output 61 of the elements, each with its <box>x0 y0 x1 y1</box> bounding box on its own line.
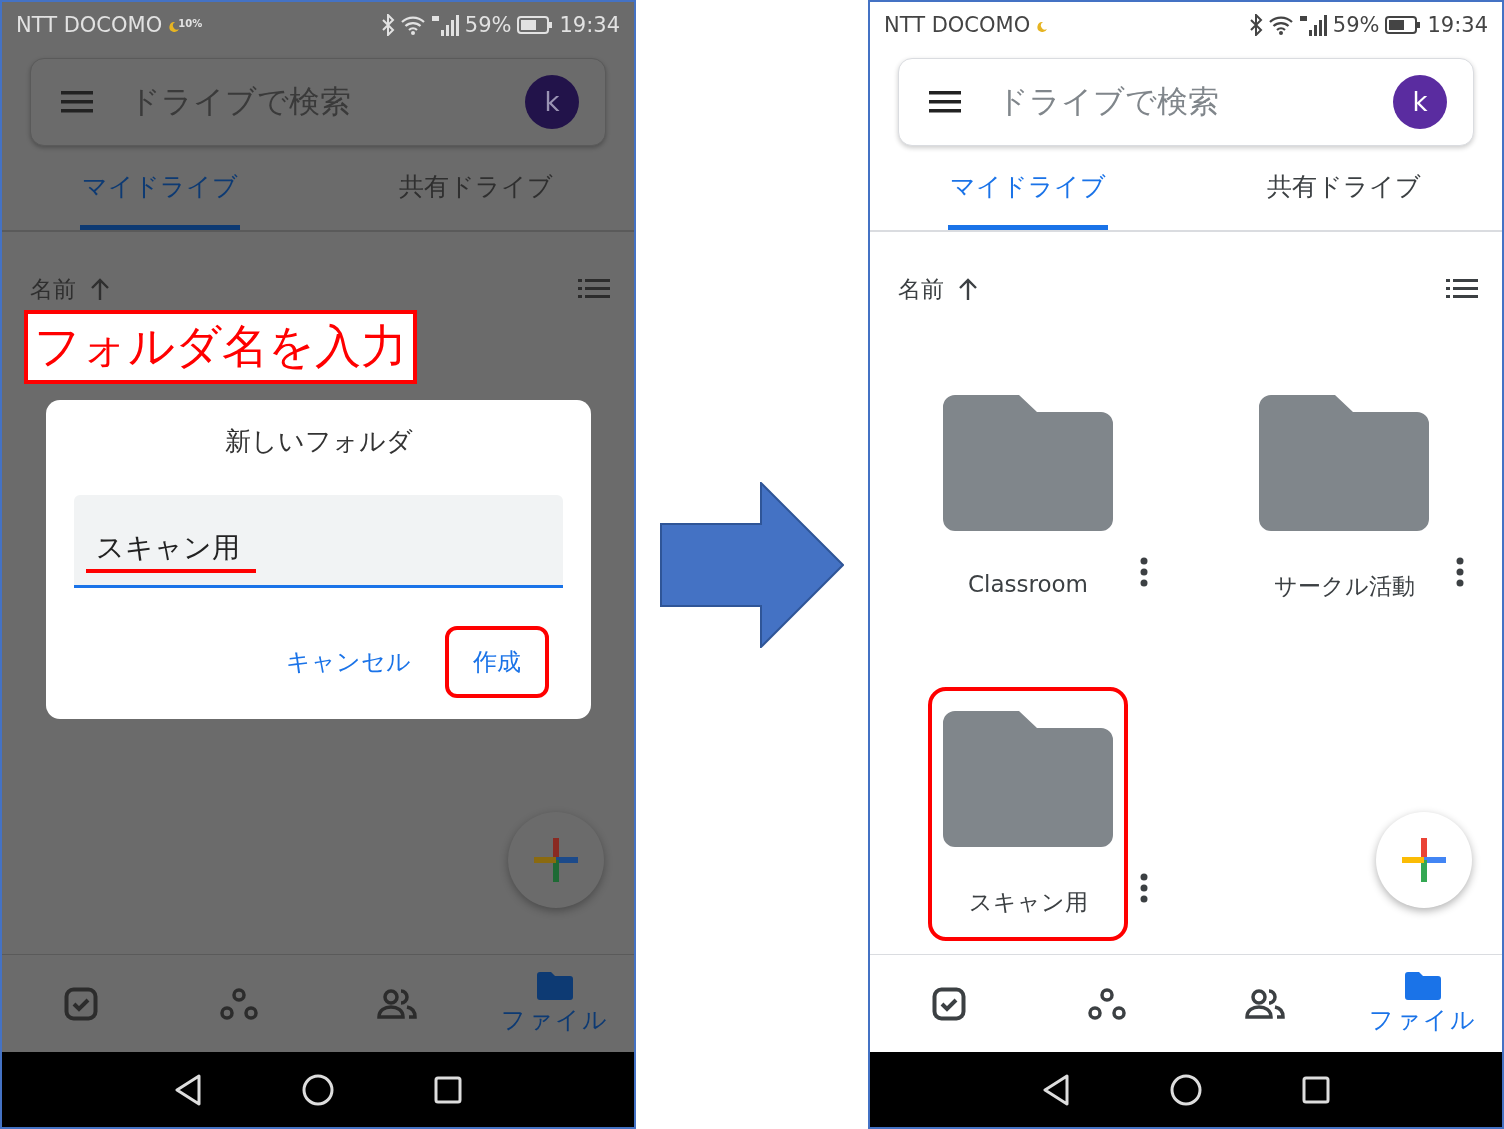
sort-label[interactable]: 名前 <box>898 273 944 305</box>
moon-icon <box>1036 21 1049 33</box>
clock-time: 19:34 <box>1427 13 1488 37</box>
clock-time: 19:34 <box>559 13 620 37</box>
battery-icon <box>1385 16 1422 34</box>
battery-icon <box>517 16 554 34</box>
annotation-callout: フォルダ名を入力 <box>24 310 417 384</box>
up-arrow-icon[interactable] <box>958 278 978 300</box>
home-icon[interactable] <box>1170 1073 1202 1106</box>
search-bar[interactable]: ドライブで検索 k <box>898 58 1474 146</box>
dialog-button[interactable]: キャンセル <box>282 626 415 698</box>
checkbox-icon[interactable] <box>932 986 966 1021</box>
bluetooth-icon <box>380 14 395 36</box>
list-view-icon[interactable] <box>1446 279 1478 299</box>
home-icon[interactable] <box>302 1073 334 1106</box>
folder-icon <box>1259 395 1429 531</box>
people-icon[interactable] <box>1245 988 1285 1019</box>
wifi-icon <box>1268 15 1293 35</box>
folder-name: スキャン用 <box>968 888 1088 917</box>
more-icon[interactable] <box>1140 557 1148 587</box>
checkbox-icon[interactable] <box>64 986 98 1021</box>
right-arrow-icon <box>660 481 844 648</box>
field-value: スキャン用 <box>86 529 256 573</box>
folder-name: Classroom <box>968 571 1088 597</box>
nav-label[interactable]: ファイル <box>1369 1003 1477 1036</box>
plus-icon <box>1402 838 1446 882</box>
dialog-button[interactable]: 作成 <box>445 626 549 698</box>
carrier-name: NTT DOCOMO <box>16 13 163 37</box>
signal-icon <box>1298 14 1327 36</box>
account-avatar[interactable]: k <box>525 75 579 129</box>
data-saver-label: 10% <box>178 18 203 29</box>
folder-name: サークル活動 <box>1273 572 1415 601</box>
new-button[interactable] <box>1376 812 1472 908</box>
folder-card[interactable]: Classroom <box>928 371 1128 625</box>
recents-icon[interactable] <box>434 1075 462 1104</box>
menu-icon[interactable] <box>929 91 961 113</box>
folder-icon[interactable] <box>1405 971 1441 1000</box>
battery-percent: 59% <box>464 13 512 37</box>
account-avatar[interactable]: k <box>1393 75 1447 129</box>
three-circles-icon[interactable] <box>1088 987 1126 1020</box>
battery-percent: 59% <box>1332 13 1380 37</box>
back-icon[interactable] <box>174 1073 202 1106</box>
moon-icon <box>168 21 181 33</box>
drive-tab[interactable]: 共有ドライブ <box>1265 170 1423 230</box>
signal-icon <box>430 14 459 36</box>
wifi-icon <box>400 15 425 35</box>
folder-icon <box>943 711 1113 847</box>
dialog-title: 新しいフォルダ <box>224 425 413 458</box>
recents-icon[interactable] <box>1302 1075 1330 1104</box>
more-icon[interactable] <box>1140 873 1148 903</box>
back-icon[interactable] <box>1042 1073 1070 1106</box>
more-icon[interactable] <box>1456 557 1464 587</box>
carrier-name: NTT DOCOMO <box>884 13 1031 37</box>
plus-icon <box>534 838 578 882</box>
folder-card[interactable]: サークル活動 <box>1244 371 1444 625</box>
bluetooth-icon <box>1248 14 1263 36</box>
folder-card[interactable]: スキャン用 <box>928 687 1128 941</box>
drive-tab[interactable]: マイドライブ <box>948 170 1108 230</box>
search-placeholder: ドライブで検索 <box>997 82 1220 121</box>
folder-name-field[interactable]: スキャン用 <box>74 495 563 588</box>
folder-icon <box>943 395 1113 531</box>
